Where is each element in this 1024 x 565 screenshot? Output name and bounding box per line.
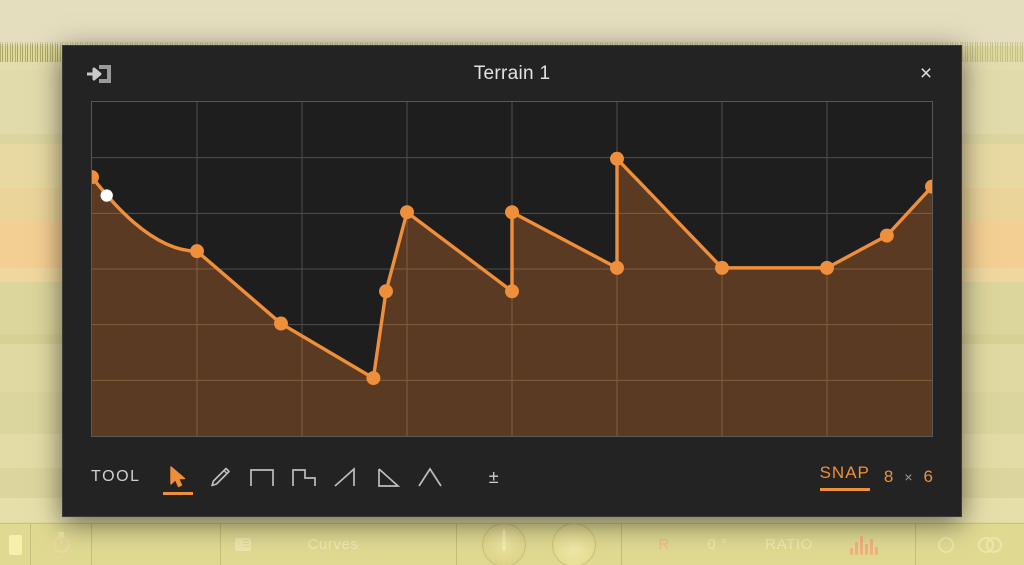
knob-group[interactable] xyxy=(457,522,622,565)
curve-node xyxy=(505,284,519,299)
pencil-tool[interactable] xyxy=(201,457,239,497)
snap-controls: SNAP 8 × 6 xyxy=(819,463,933,491)
step-wave-tool[interactable] xyxy=(285,457,323,497)
stereo-icon[interactable] xyxy=(978,536,1003,553)
curve-node xyxy=(366,371,381,386)
tool-label: TOOL xyxy=(91,467,141,485)
led-indicator xyxy=(0,524,32,565)
phase-value[interactable]: 0 ° xyxy=(707,536,727,553)
curve-node xyxy=(505,205,519,220)
snap-rows[interactable]: 6 xyxy=(924,467,933,487)
mono-icon[interactable] xyxy=(938,536,955,553)
pointer-tool[interactable] xyxy=(159,457,197,497)
meter-icon xyxy=(850,535,879,555)
drive-knob[interactable] xyxy=(481,522,526,565)
terrain-curve-plot[interactable] xyxy=(92,102,932,436)
curve-node xyxy=(879,228,894,243)
import-arrow-icon[interactable] xyxy=(85,62,115,86)
dialog-titlebar: Terrain 1 × xyxy=(63,46,961,101)
snap-grid-size: 8 × 6 xyxy=(884,467,933,487)
preset-browser[interactable]: Curves xyxy=(221,524,457,565)
triangle-wave-tool[interactable] xyxy=(411,457,449,497)
power-button[interactable] xyxy=(31,524,93,565)
bg-waveform-left xyxy=(0,44,62,62)
preset-name: Curves xyxy=(307,536,359,553)
channel-r-label[interactable]: R xyxy=(658,536,669,553)
tool-buttons: ± xyxy=(159,457,509,497)
app-root: Curves R 0 ° RATIO Terrain 1 × TOOL ± SN… xyxy=(0,0,1024,565)
bg-band xyxy=(0,0,1024,46)
square-wave-tool[interactable] xyxy=(243,457,281,497)
routing-group[interactable] xyxy=(916,524,1024,565)
led-square-icon xyxy=(8,534,22,555)
plus-minus-button[interactable]: ± xyxy=(479,468,509,486)
folder-icon xyxy=(235,538,252,551)
ramp-up-tool[interactable] xyxy=(327,457,365,497)
host-slot-empty xyxy=(92,524,222,565)
curve-node xyxy=(610,260,624,275)
curve-node xyxy=(610,151,624,166)
close-icon[interactable]: × xyxy=(915,62,937,85)
knob-needle-icon xyxy=(502,528,506,551)
curve-node xyxy=(400,205,414,220)
ramp-down-tool[interactable] xyxy=(369,457,407,497)
curve-node xyxy=(715,260,729,275)
page-title: Terrain 1 xyxy=(473,62,551,84)
power-icon xyxy=(52,536,70,553)
terrain-editor-dialog: Terrain 1 × TOOL ± SNAP 8 × 6 xyxy=(62,45,962,517)
terrain-graph-area[interactable] xyxy=(91,101,933,437)
terrain-graph[interactable] xyxy=(91,101,933,437)
curve-node xyxy=(820,260,834,275)
curve-node xyxy=(274,316,288,331)
ratio-label[interactable]: RATIO xyxy=(765,536,813,553)
snap-columns[interactable]: 8 xyxy=(884,467,893,487)
snap-separator: × xyxy=(904,468,913,485)
dialog-toolbar: TOOL ± SNAP 8 × 6 xyxy=(63,437,961,516)
tone-knob[interactable] xyxy=(551,522,596,565)
curve-node xyxy=(190,244,204,259)
curve-node xyxy=(379,284,393,299)
host-bottom-strip: Curves R 0 ° RATIO xyxy=(0,522,1024,565)
tension-handle xyxy=(100,189,113,202)
parameter-group: R 0 ° RATIO xyxy=(622,524,917,565)
snap-toggle[interactable]: SNAP xyxy=(819,463,870,491)
